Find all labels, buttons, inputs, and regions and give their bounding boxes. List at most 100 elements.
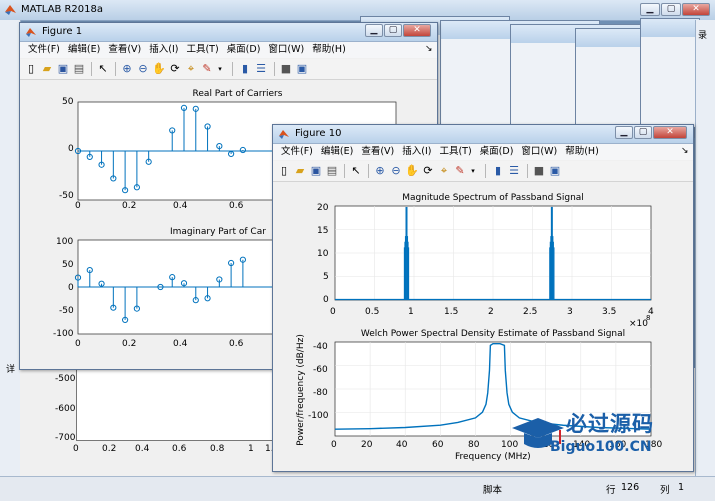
back-xtick: 0.2 xyxy=(102,444,117,454)
legend-icon[interactable]: ☰ xyxy=(507,164,521,178)
figure1-maximize-button[interactable]: ▢ xyxy=(384,24,402,37)
fig10-p2-ylabel: Power/frequency (dB/Hz) xyxy=(295,334,306,446)
figure1-titlebar[interactable]: Figure 1 ▁ ▢ ✕ xyxy=(20,23,437,42)
fig1-p1-ytick: 0 xyxy=(68,144,74,154)
fig10-p2-xtick: 60 xyxy=(432,440,444,450)
rotate-3d-icon[interactable]: ⟳ xyxy=(168,62,182,76)
menu-insert[interactable]: 插入(I) xyxy=(398,144,435,160)
fig10-p1-ytick: 0 xyxy=(323,295,329,305)
pointer-icon[interactable]: ↖ xyxy=(96,62,110,76)
open-file-icon[interactable]: ▰ xyxy=(293,164,307,178)
data-cursor-icon[interactable]: ⌖ xyxy=(437,164,451,178)
menu-view[interactable]: 查看(V) xyxy=(357,144,398,160)
fig1-p2-xtick: 0.6 xyxy=(229,339,244,349)
undock-arrow-icon[interactable]: ↘ xyxy=(681,146,689,156)
print-icon[interactable]: ▤ xyxy=(325,164,339,178)
fig10-p1-ytick: 10 xyxy=(317,249,329,259)
figure1-close-button[interactable]: ✕ xyxy=(403,24,431,37)
colorbar-icon[interactable]: ▮ xyxy=(238,62,252,76)
legend-icon[interactable]: ☰ xyxy=(254,62,268,76)
brush-icon[interactable]: ✎ xyxy=(453,164,467,178)
menu-file[interactable]: 文件(F) xyxy=(277,144,317,160)
new-figure-icon[interactable]: ▯ xyxy=(277,164,291,178)
main-minimize-button[interactable]: ▁ xyxy=(640,3,660,16)
fig10-p1-ytick: 15 xyxy=(317,226,329,236)
matlab-left-panel: 详 xyxy=(0,20,21,476)
figure10-close-button[interactable]: ✕ xyxy=(653,126,687,139)
back-xtick: 0.8 xyxy=(210,444,225,454)
figure-icon xyxy=(26,28,36,37)
show-plot-tools-icon[interactable]: ▣ xyxy=(548,164,562,178)
menu-window[interactable]: 窗口(W) xyxy=(264,42,308,58)
brush-icon[interactable]: ✎ xyxy=(200,62,214,76)
fig10-p1-xtick: 2 xyxy=(488,307,494,317)
status-line-label: 行 xyxy=(606,485,616,496)
menu-window[interactable]: 窗口(W) xyxy=(517,144,561,160)
pan-hand-icon[interactable]: ✋ xyxy=(405,164,419,178)
menu-file[interactable]: 文件(F) xyxy=(24,42,64,58)
matlab-logo-icon xyxy=(5,5,16,15)
undock-arrow-icon[interactable]: ↘ xyxy=(425,44,433,54)
menu-desktop[interactable]: 桌面(D) xyxy=(476,144,518,160)
new-figure-icon[interactable]: ▯ xyxy=(24,62,38,76)
status-bar: 脚本 行 126 列 1 xyxy=(0,476,715,501)
figure-icon xyxy=(279,130,289,139)
fig10-p2-ytick: -100 xyxy=(308,411,329,421)
fig10-p2-ytick: -60 xyxy=(313,365,328,375)
menu-view[interactable]: 查看(V) xyxy=(104,42,145,58)
figure1-title: Figure 1 xyxy=(42,26,83,37)
hide-plot-tools-icon[interactable]: ■ xyxy=(279,62,293,76)
toolbar-separator xyxy=(485,164,486,178)
toolbar-separator xyxy=(91,62,92,76)
stacked-figure-window[interactable] xyxy=(640,18,700,128)
data-cursor-icon[interactable]: ⌖ xyxy=(184,62,198,76)
zoom-in-icon[interactable]: ⊕ xyxy=(120,62,134,76)
fig1-p1-ytick: 50 xyxy=(62,97,74,107)
pan-hand-icon[interactable]: ✋ xyxy=(152,62,166,76)
toolbar-separator xyxy=(232,62,233,76)
save-icon[interactable]: ▣ xyxy=(56,62,70,76)
menu-edit[interactable]: 编辑(E) xyxy=(64,42,104,58)
toolbar-separator xyxy=(344,164,345,178)
menu-tools[interactable]: 工具(T) xyxy=(182,42,222,58)
back-xtick: 0.6 xyxy=(172,444,187,454)
fig10-p1-ytick: 20 xyxy=(317,203,329,213)
fig10-p1-xtick: 0.5 xyxy=(365,307,380,317)
app-title: MATLAB R2018a xyxy=(21,4,104,15)
save-icon[interactable]: ▣ xyxy=(309,164,323,178)
open-file-icon[interactable]: ▰ xyxy=(40,62,54,76)
hide-plot-tools-icon[interactable]: ■ xyxy=(532,164,546,178)
pointer-icon[interactable]: ↖ xyxy=(349,164,363,178)
show-plot-tools-icon[interactable]: ▣ xyxy=(295,62,309,76)
rotate-3d-icon[interactable]: ⟳ xyxy=(421,164,435,178)
fig1-p2-ytick: 0 xyxy=(68,283,74,293)
main-maximize-button[interactable]: ▢ xyxy=(661,3,681,16)
print-icon[interactable]: ▤ xyxy=(72,62,86,76)
menu-help[interactable]: 帮助(H) xyxy=(308,42,350,58)
fig1-p1-xtick: 0 xyxy=(75,201,81,211)
colorbar-icon[interactable]: ▮ xyxy=(491,164,505,178)
back-xtick: 0.4 xyxy=(135,444,150,454)
menu-insert[interactable]: 插入(I) xyxy=(145,42,182,58)
back-ytick: -700 xyxy=(55,433,76,443)
menu-desktop[interactable]: 桌面(D) xyxy=(223,42,265,58)
fig10-p1-xtick: 1 xyxy=(408,307,414,317)
dropdown-arrow-icon[interactable]: ▾ xyxy=(213,62,227,76)
figure10-maximize-button[interactable]: ▢ xyxy=(634,126,652,139)
zoom-in-icon[interactable]: ⊕ xyxy=(373,164,387,178)
menu-edit[interactable]: 编辑(E) xyxy=(317,144,357,160)
fig1-p1-xtick: 0.2 xyxy=(122,201,137,211)
menu-help[interactable]: 帮助(H) xyxy=(561,144,603,160)
main-close-button[interactable]: ✕ xyxy=(682,3,710,16)
figure1-minimize-button[interactable]: ▁ xyxy=(365,24,383,37)
figure10-titlebar[interactable]: Figure 10 ▁ ▢ ✕ xyxy=(273,125,693,144)
zoom-out-icon[interactable]: ⊖ xyxy=(389,164,403,178)
watermark: 必过源码 Biguo100.CN xyxy=(510,406,700,468)
dropdown-arrow-icon[interactable]: ▾ xyxy=(466,164,480,178)
zoom-out-icon[interactable]: ⊖ xyxy=(136,62,150,76)
figure10-minimize-button[interactable]: ▁ xyxy=(615,126,633,139)
status-line-value: 126 xyxy=(621,482,640,493)
back-ytick: -500 xyxy=(55,374,76,384)
right-panel-label: 录 xyxy=(698,31,708,41)
menu-tools[interactable]: 工具(T) xyxy=(435,144,475,160)
